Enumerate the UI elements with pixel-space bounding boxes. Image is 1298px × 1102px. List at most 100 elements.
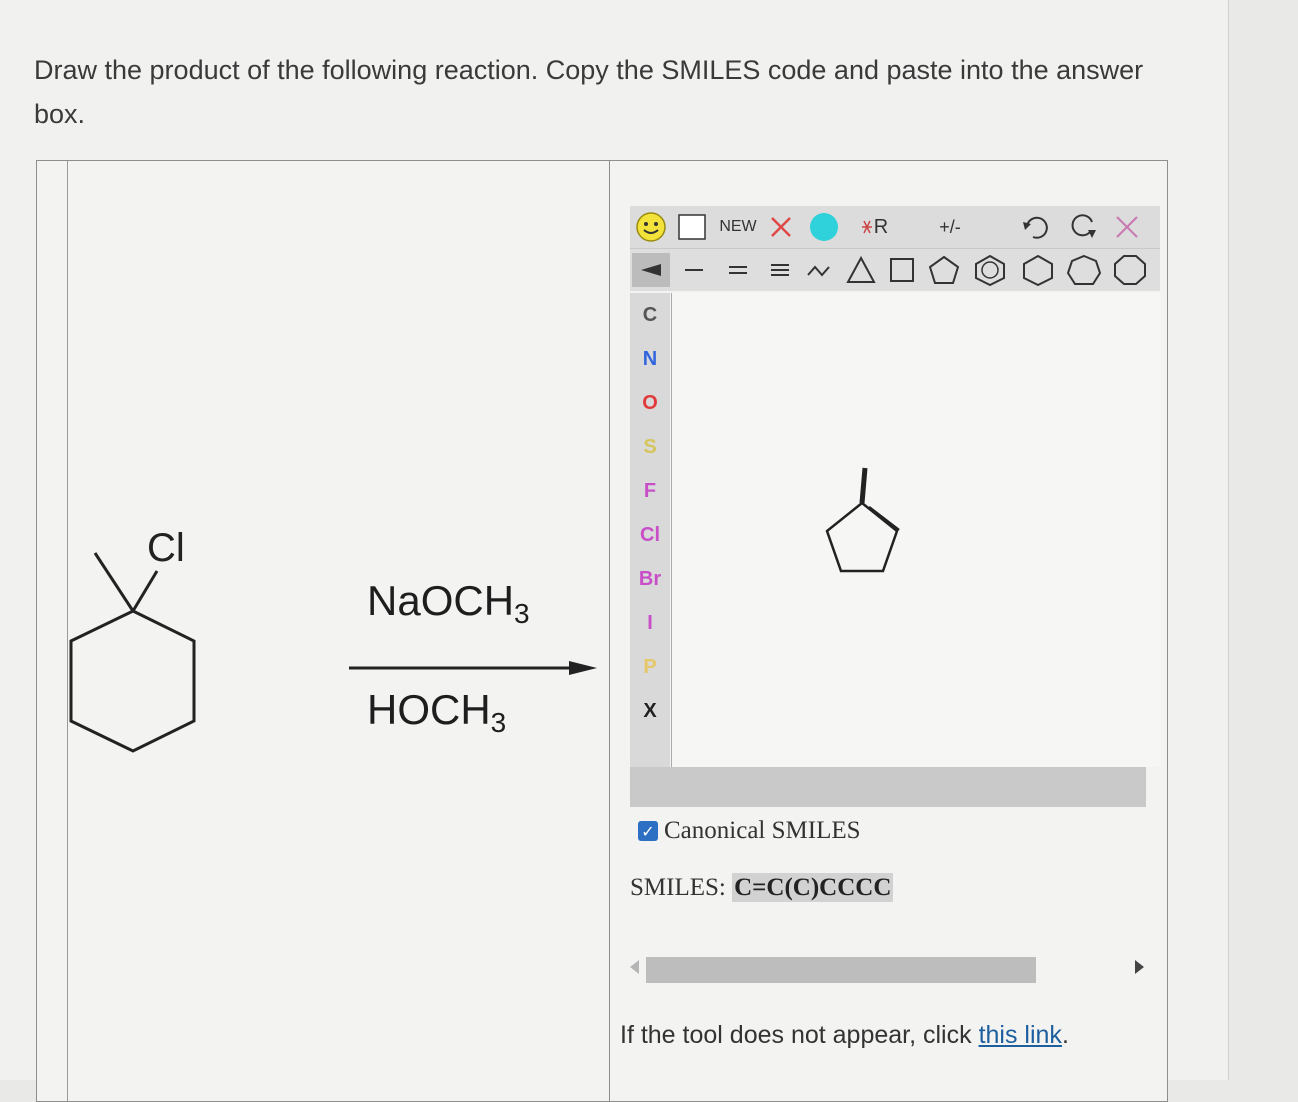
triple-bond-button[interactable] xyxy=(762,253,798,287)
rgroup-star-icon xyxy=(861,220,872,234)
canvas-status-bar xyxy=(630,767,1146,807)
hexagon-ring-icon xyxy=(1023,254,1053,287)
smiley-icon xyxy=(636,212,666,242)
product-double-bond xyxy=(868,506,900,531)
editor-toolbar-bonds xyxy=(630,249,1160,291)
undo-button[interactable] xyxy=(1014,210,1058,244)
heptagon-ring-icon xyxy=(1066,254,1102,285)
atom-s-label: S xyxy=(643,435,657,458)
atom-c-button[interactable]: C xyxy=(630,293,670,337)
square-ring-icon xyxy=(890,258,914,282)
charge-button[interactable]: +/- xyxy=(930,210,970,244)
benzene-button[interactable] xyxy=(968,253,1012,287)
drawn-molecule xyxy=(825,467,900,573)
cyclohexane-ring xyxy=(69,609,196,753)
horizontal-scrollbar[interactable] xyxy=(630,957,1150,983)
atom-c-label: C xyxy=(642,303,658,326)
smiles-label: SMILES: xyxy=(630,874,733,901)
smiles-value[interactable]: C=C(C)CCCC xyxy=(732,873,894,902)
benzene-ring-icon xyxy=(975,254,1005,287)
triple-bond-icon xyxy=(771,264,789,276)
select-box-button[interactable] xyxy=(674,210,710,244)
single-bond-icon xyxy=(685,269,703,271)
clear-button[interactable] xyxy=(1108,210,1148,244)
atom-x-button[interactable]: X xyxy=(630,689,670,733)
product-methyl-bond xyxy=(859,467,868,504)
cyan-circle-icon xyxy=(810,213,838,241)
reagent-top: NaOCH3 xyxy=(367,577,530,630)
double-bond-icon xyxy=(729,266,747,274)
smiles-output: SMILES: C=C(C)CCCC xyxy=(630,873,894,902)
cyclopentane-button[interactable] xyxy=(924,253,964,287)
atom-i-label: I xyxy=(647,611,653,634)
smiley-button[interactable] xyxy=(632,210,670,244)
wedge-bond-button[interactable] xyxy=(632,253,670,287)
canonical-checkbox[interactable]: ✓ xyxy=(638,821,658,841)
atom-f-button[interactable]: F xyxy=(630,469,670,513)
atom-n-label: N xyxy=(642,347,658,370)
question-frame: Cl NaOCH3 HOCH3 NEW R +/- C N O S F Cl B… xyxy=(36,160,1168,1102)
canonical-smiles-option[interactable]: ✓ Canonical SMILES xyxy=(638,817,861,845)
new-button[interactable]: NEW xyxy=(714,210,762,244)
atom-o-button[interactable]: O xyxy=(630,381,670,425)
chlorine-label: Cl xyxy=(147,526,185,570)
rgroup-button[interactable]: R xyxy=(852,210,896,244)
square-select-icon xyxy=(678,214,706,240)
atom-br-label: Br xyxy=(638,567,662,590)
atom-palette: C N O S F Cl Br I P X xyxy=(630,293,670,771)
cyclohexane-button[interactable] xyxy=(1016,253,1060,287)
octagon-ring-icon xyxy=(1114,255,1146,285)
structure-editor: NEW R +/- C N O S F Cl Br I P X ✓ Canoni… xyxy=(610,161,1167,1101)
single-bond-button[interactable] xyxy=(676,253,712,287)
reactant-structure xyxy=(69,552,597,753)
redo-button[interactable] xyxy=(1062,210,1104,244)
question-text: Draw the product of the following reacti… xyxy=(34,55,1144,129)
atom-s-button[interactable]: S xyxy=(630,425,670,469)
rgroup-label: R xyxy=(873,215,889,238)
triangle-ring-icon xyxy=(846,255,876,283)
methyl-bond xyxy=(93,552,135,612)
cyclopropane-button[interactable] xyxy=(842,253,880,287)
editor-toolbar-top: NEW R +/- xyxy=(630,206,1160,249)
pentagon-ring-icon xyxy=(928,255,960,284)
drawing-canvas[interactable] xyxy=(671,293,1161,767)
atom-o-label: O xyxy=(642,391,658,414)
chain-icon xyxy=(807,265,830,277)
cyclooctane-button[interactable] xyxy=(1108,253,1152,287)
scroll-right-icon[interactable] xyxy=(1135,960,1144,974)
atom-f-label: F xyxy=(643,479,657,502)
redo-icon xyxy=(1071,214,1096,238)
product-cyclopentane-ring xyxy=(825,501,899,573)
cycloheptane-button[interactable] xyxy=(1062,253,1106,287)
atom-cl-button[interactable]: Cl xyxy=(630,513,670,557)
fallback-text: If the tool does not appear, click xyxy=(620,1021,979,1049)
wedge-bond-icon xyxy=(641,264,661,276)
atom-i-button[interactable]: I xyxy=(630,601,670,645)
c-cl-bond xyxy=(131,570,159,612)
delete-x-icon xyxy=(771,217,791,237)
reaction-panel: Cl NaOCH3 HOCH3 xyxy=(37,161,610,1101)
reagent-bottom: HOCH3 xyxy=(367,686,506,739)
reagent-top-text: NaOCH xyxy=(367,577,515,624)
atom-br-button[interactable]: Br xyxy=(630,557,670,601)
canonical-label: Canonical SMILES xyxy=(664,817,861,844)
scroll-left-icon[interactable] xyxy=(630,960,639,974)
color-button[interactable] xyxy=(806,210,842,244)
atom-p-label: P xyxy=(643,655,657,678)
this-link[interactable]: this link xyxy=(979,1021,1062,1049)
reaction-arrow-head xyxy=(569,661,597,675)
scrollbar-thumb[interactable] xyxy=(646,957,1036,983)
double-bond-button[interactable] xyxy=(720,253,756,287)
clear-x-icon xyxy=(1116,216,1138,238)
reagent-bottom-subscript: 3 xyxy=(490,707,507,738)
reagent-top-subscript: 3 xyxy=(514,598,530,629)
atom-n-button[interactable]: N xyxy=(630,337,670,381)
reagent-bottom-text: HOCH xyxy=(367,686,491,733)
cyclobutane-button[interactable] xyxy=(884,253,920,287)
atom-p-button[interactable]: P xyxy=(630,645,670,689)
undo-icon xyxy=(1023,216,1048,239)
delete-button[interactable] xyxy=(764,210,798,244)
atom-cl-label: Cl xyxy=(640,523,660,546)
chain-button[interactable] xyxy=(802,253,838,287)
atom-x-label: X xyxy=(643,699,657,722)
